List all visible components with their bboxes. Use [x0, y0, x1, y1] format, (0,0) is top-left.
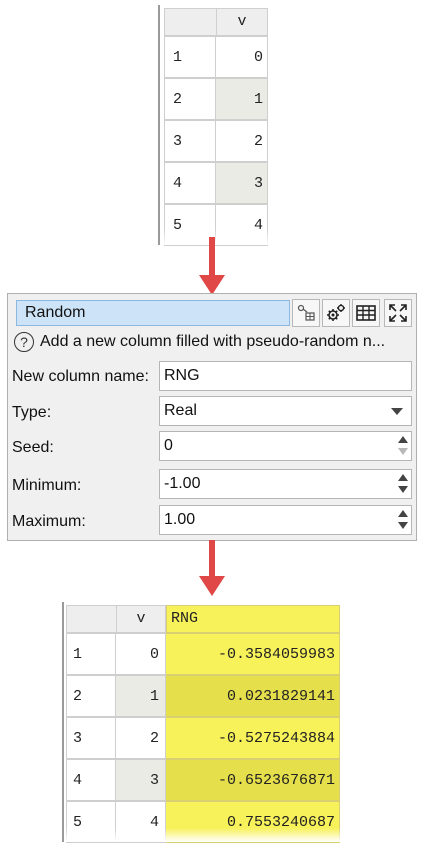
maximum-value: 1.00 — [164, 511, 196, 528]
down-arrow-icon — [199, 540, 225, 598]
column-header-v[interactable]: v — [216, 8, 268, 36]
table-row: 1 0 -0.3584059983 — [66, 633, 340, 675]
row-number: 2 — [164, 78, 216, 120]
table-row: 4 3 -0.6523676871 — [66, 759, 340, 801]
connections-icon[interactable] — [292, 299, 320, 327]
output-table: v RNG 1 0 -0.3584059983 2 1 0.0231829141… — [62, 602, 342, 843]
settings-gears-icon[interactable] — [322, 299, 350, 327]
seed-value: 0 — [164, 437, 173, 454]
increment-icon[interactable] — [398, 436, 408, 443]
corner-header — [66, 605, 116, 633]
minimum-spinbox[interactable]: -1.00 — [159, 469, 412, 499]
cell-v[interactable]: 3 — [116, 759, 166, 801]
column-header-rng[interactable]: RNG — [166, 605, 340, 633]
cell-v[interactable]: 1 — [216, 78, 268, 120]
row-number: 4 — [164, 162, 216, 204]
down-arrow-icon — [199, 237, 225, 295]
type-select-value: Real — [164, 402, 197, 419]
table-row: 3 2 — [164, 120, 268, 162]
random-transform-dialog: Random ? Add a new column filled with ps… — [7, 293, 417, 541]
table-row: 2 1 0.0231829141 — [66, 675, 340, 717]
cell-v[interactable]: 2 — [216, 120, 268, 162]
cell-rng[interactable]: 0.0231829141 — [166, 675, 340, 717]
table-row: 4 3 — [164, 162, 268, 204]
cell-v[interactable]: 0 — [116, 633, 166, 675]
maximum-label: Maximum: — [12, 513, 86, 530]
input-table: v 1 0 2 1 3 2 4 3 5 4 — [158, 5, 268, 246]
increment-icon[interactable] — [398, 474, 408, 481]
table-row: 2 1 — [164, 78, 268, 120]
cell-v[interactable]: 1 — [116, 675, 166, 717]
help-text: Add a new column filled with pseudo-rand… — [40, 333, 386, 350]
row-number: 1 — [164, 36, 216, 78]
column-header-v[interactable]: v — [116, 605, 166, 633]
table-row: 1 0 — [164, 36, 268, 78]
decrement-icon[interactable] — [398, 522, 408, 529]
maximum-stepper[interactable] — [395, 506, 411, 534]
row-number: 3 — [66, 717, 116, 759]
increment-icon[interactable] — [398, 510, 408, 517]
seed-label: Seed: — [12, 439, 54, 456]
row-number: 4 — [66, 759, 116, 801]
expand-icon[interactable] — [384, 299, 412, 327]
cell-v[interactable]: 0 — [216, 36, 268, 78]
row-number: 1 — [66, 633, 116, 675]
fade-overlay — [66, 828, 342, 842]
type-select[interactable]: Real — [159, 396, 412, 426]
chevron-down-icon — [391, 408, 403, 415]
maximum-spinbox[interactable]: 1.00 — [159, 505, 412, 535]
decrement-icon[interactable] — [398, 486, 408, 493]
table-icon[interactable] — [352, 299, 380, 327]
cell-rng[interactable]: -0.6523676871 — [166, 759, 340, 801]
table-row: 3 2 -0.5275243884 — [66, 717, 340, 759]
corner-header — [164, 8, 216, 36]
row-number: 2 — [66, 675, 116, 717]
seed-stepper[interactable] — [395, 432, 411, 460]
minimum-value: -1.00 — [164, 475, 201, 492]
cell-v[interactable]: 2 — [116, 717, 166, 759]
help-row: ? Add a new column filled with pseudo-ra… — [14, 332, 414, 356]
cell-rng[interactable]: -0.3584059983 — [166, 633, 340, 675]
minimum-label: Minimum: — [12, 477, 82, 494]
decrement-icon — [398, 448, 408, 455]
dialog-title[interactable]: Random — [16, 300, 290, 326]
cell-rng[interactable]: -0.5275243884 — [166, 717, 340, 759]
cell-v[interactable]: 3 — [216, 162, 268, 204]
new-column-name-field[interactable]: RNG — [159, 361, 412, 391]
help-icon[interactable]: ? — [14, 332, 34, 352]
minimum-stepper[interactable] — [395, 470, 411, 498]
row-number: 3 — [164, 120, 216, 162]
new-column-name-label: New column name: — [12, 368, 149, 385]
type-label: Type: — [12, 404, 52, 421]
seed-spinbox[interactable]: 0 — [159, 431, 412, 461]
